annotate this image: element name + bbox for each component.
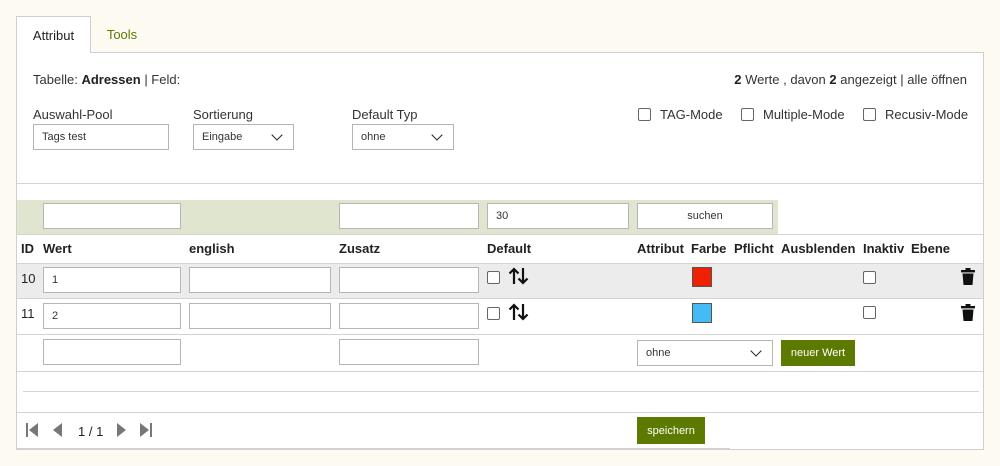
sort-value: Eingabe — [202, 131, 243, 143]
table-label: Tabelle: — [33, 72, 78, 87]
row-wert-input[interactable]: 2 — [43, 303, 181, 329]
last-page-icon[interactable] — [140, 423, 152, 437]
recursive-mode-checkbox[interactable] — [863, 108, 876, 121]
prev-page-icon[interactable] — [53, 423, 62, 437]
count-text: Werte , davon — [745, 72, 826, 87]
sort-arrows-icon[interactable] — [508, 266, 530, 286]
row-id: 11 — [21, 306, 35, 321]
recursive-mode-label: Recusiv-Mode — [885, 107, 969, 122]
new-attribut-select[interactable]: ohne — [637, 340, 773, 366]
col-inaktiv: Inaktiv — [863, 241, 905, 256]
chevron-down-icon — [271, 129, 283, 141]
default-type-label: Default Typ — [352, 107, 418, 122]
field-label: | Feld: — [144, 72, 181, 87]
chevron-down-icon — [750, 345, 762, 357]
row-color-swatch[interactable] — [692, 303, 712, 323]
tag-mode-label: TAG-Mode — [660, 107, 723, 122]
col-attribut: Attribut — [637, 241, 684, 256]
divider — [23, 391, 979, 392]
tag-mode-toggle[interactable]: TAG-Mode — [638, 107, 723, 122]
new-attribut-value: ohne — [646, 347, 671, 359]
col-ausblenden: Ausblenden — [781, 241, 856, 256]
count-shown: 2 — [829, 72, 837, 87]
filter-default-input[interactable]: 30 — [487, 203, 629, 229]
default-type-select[interactable]: ohne — [352, 124, 454, 150]
col-id: ID — [21, 241, 34, 256]
multiple-mode-label: Multiple-Mode — [763, 107, 845, 122]
row-id: 10 — [21, 271, 36, 286]
value-count-info: 2 Werte , davon 2 angezeigt | alle öffne… — [734, 72, 967, 87]
row-inaktiv-checkbox[interactable] — [863, 271, 876, 284]
filter-zusatz-input[interactable] — [339, 203, 479, 229]
sort-select[interactable]: Eingabe — [193, 124, 294, 150]
row-default-checkbox[interactable] — [487, 307, 500, 320]
row-color-swatch[interactable] — [692, 267, 712, 287]
tag-mode-checkbox[interactable] — [638, 108, 651, 121]
col-ebene: Ebene — [911, 241, 951, 256]
filter-wert-input[interactable] — [43, 203, 181, 229]
attribute-panel: Tabelle: Adressen | Feld: 2 Werte , davo… — [16, 52, 984, 450]
chevron-down-icon — [431, 129, 443, 141]
tab-attribut[interactable]: Attribut — [16, 16, 91, 53]
multiple-mode-checkbox[interactable] — [741, 108, 754, 121]
divider — [17, 371, 983, 372]
count-total: 2 — [734, 72, 742, 87]
page-indicator: 1 / 1 — [78, 424, 104, 439]
row-inaktiv-checkbox[interactable] — [863, 306, 876, 319]
sort-label: Sortierung — [193, 107, 253, 122]
open-all-link[interactable]: angezeigt | alle öffnen — [840, 72, 967, 87]
sort-arrows-icon[interactable] — [508, 302, 530, 322]
trash-icon[interactable] — [961, 304, 975, 321]
recursive-mode-toggle[interactable]: Recusiv-Mode — [863, 107, 968, 122]
row-wert-input[interactable]: 1 — [43, 267, 181, 293]
col-wert: Wert — [43, 241, 72, 256]
row-english-input[interactable] — [189, 303, 331, 329]
pool-label: Auswahl-Pool — [33, 107, 113, 122]
col-english: english — [189, 241, 235, 256]
row-zusatz-input[interactable] — [339, 303, 479, 329]
search-button[interactable]: suchen — [637, 203, 773, 229]
trash-icon[interactable] — [961, 268, 975, 285]
divider — [17, 448, 730, 449]
new-zusatz-input[interactable] — [339, 339, 479, 365]
col-farbe: Farbe — [691, 241, 727, 256]
next-page-icon[interactable] — [117, 423, 126, 437]
col-pflicht: Pflicht — [734, 241, 774, 256]
divider — [17, 183, 983, 184]
save-button[interactable]: speichern — [637, 417, 705, 444]
row-english-input[interactable] — [189, 267, 331, 293]
first-page-icon[interactable] — [26, 423, 38, 437]
row-zusatz-input[interactable] — [339, 267, 479, 293]
pool-input[interactable]: Tags test — [33, 124, 169, 150]
table-name: Adressen — [81, 72, 141, 87]
default-type-value: ohne — [361, 131, 386, 143]
tab-tools[interactable]: Tools — [92, 16, 152, 53]
divider — [17, 234, 983, 235]
row-default-checkbox[interactable] — [487, 271, 500, 284]
col-zusatz: Zusatz — [339, 241, 381, 256]
new-wert-input[interactable] — [43, 339, 181, 365]
divider — [17, 412, 983, 413]
add-value-button[interactable]: neuer Wert — [781, 340, 855, 366]
table-info: Tabelle: Adressen | Feld: — [33, 72, 180, 87]
multiple-mode-toggle[interactable]: Multiple-Mode — [741, 107, 845, 122]
col-default: Default — [487, 241, 532, 256]
